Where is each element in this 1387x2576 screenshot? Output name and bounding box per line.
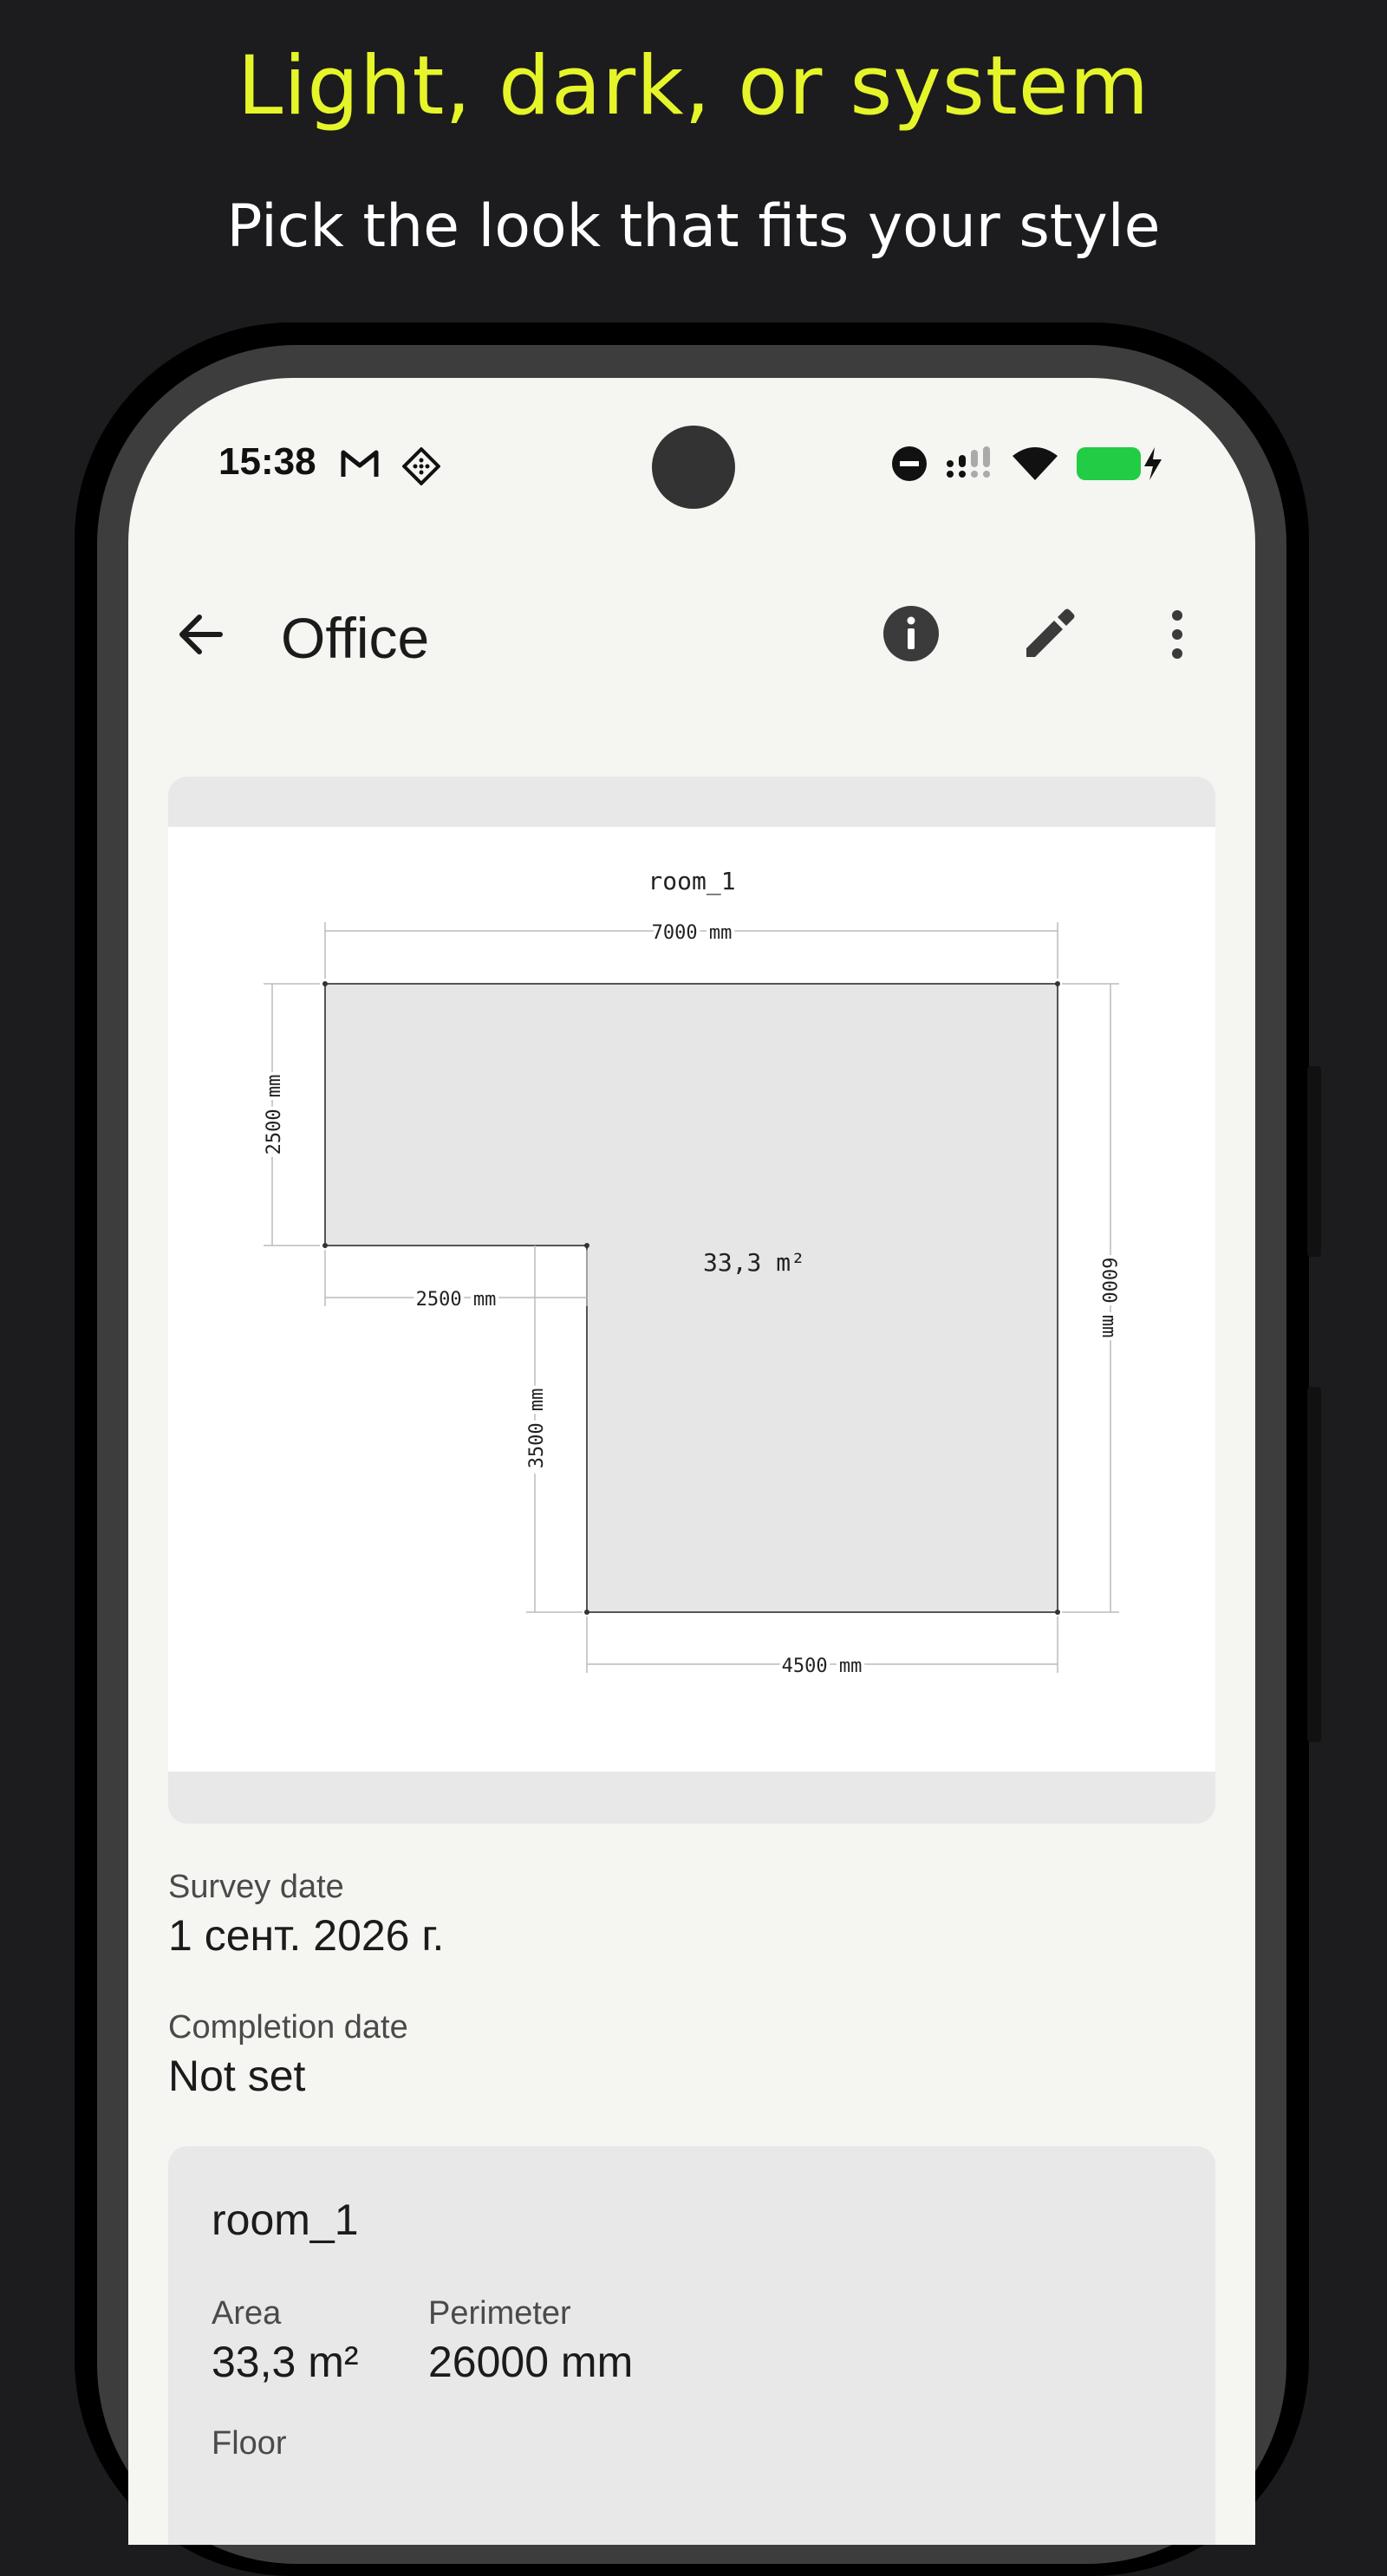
phone-side-button-upper	[1307, 1066, 1321, 1257]
promo-subtitle: Pick the look that fits your style	[226, 192, 1161, 261]
room-perimeter-value: 26000 mm	[428, 2338, 634, 2386]
plan-area-label: 33,3 m²	[703, 1248, 805, 1277]
room-area-value: 33,3 m²	[212, 2338, 359, 2386]
dim-notch-vertical: 3500 mm	[526, 1389, 548, 1469]
dim-right: 6000 mm	[1097, 1258, 1119, 1338]
room-floor-label: Floor	[212, 2425, 287, 2462]
status-left-icons	[340, 447, 440, 485]
dim-notch-horizontal: 2500 mm	[416, 1289, 497, 1311]
survey-date-value: 1 сент. 2026 г.	[168, 1911, 445, 1960]
status-time: 15:38	[218, 440, 316, 483]
phone-screen: 15:38 Office room_1 7000 mm 2500 mm 2500…	[128, 378, 1255, 2545]
back-arrow-icon[interactable]	[173, 607, 229, 662]
signal-icon	[947, 446, 990, 478]
promo-title: Light, dark, or system	[237, 39, 1150, 133]
front-camera	[652, 426, 735, 509]
room-card[interactable]: room_1 Area 33,3 m² Perimeter 26000 mm F…	[168, 2146, 1215, 2545]
dim-top: 7000 mm	[652, 922, 733, 944]
floor-plan-drawing: room_1 7000 mm 2500 mm 2500 mm 3500 mm 4…	[260, 867, 1123, 1681]
status-right-icons	[891, 446, 1163, 482]
dim-left: 2500 mm	[264, 1075, 285, 1155]
page-title: Office	[281, 606, 430, 670]
app-notification-icon	[402, 447, 440, 485]
battery-charging-icon	[1077, 447, 1162, 480]
completion-date-label: Completion date	[168, 2009, 408, 2046]
gmail-icon	[341, 450, 379, 477]
room-name: room_1	[212, 2195, 359, 2244]
floor-plan-canvas[interactable]: room_1 7000 mm 2500 mm 2500 mm 3500 mm 4…	[168, 827, 1215, 1772]
room-area-label: Area	[212, 2295, 282, 2332]
room-perimeter-label: Perimeter	[428, 2295, 571, 2332]
info-icon[interactable]	[882, 605, 940, 662]
plan-room-label: room_1	[648, 867, 735, 896]
wifi-icon	[1013, 447, 1058, 480]
more-vert-icon[interactable]	[1165, 607, 1189, 662]
edit-pencil-icon[interactable]	[1021, 607, 1077, 662]
dim-bottom: 4500 mm	[782, 1656, 863, 1677]
survey-date-label: Survey date	[168, 1869, 344, 1905]
floor-plan-card: room_1 7000 mm 2500 mm 2500 mm 3500 mm 4…	[168, 777, 1215, 1824]
do-not-disturb-icon	[892, 446, 927, 481]
completion-date-value: Not set	[168, 2052, 306, 2100]
phone-side-button-lower	[1307, 1387, 1321, 1742]
